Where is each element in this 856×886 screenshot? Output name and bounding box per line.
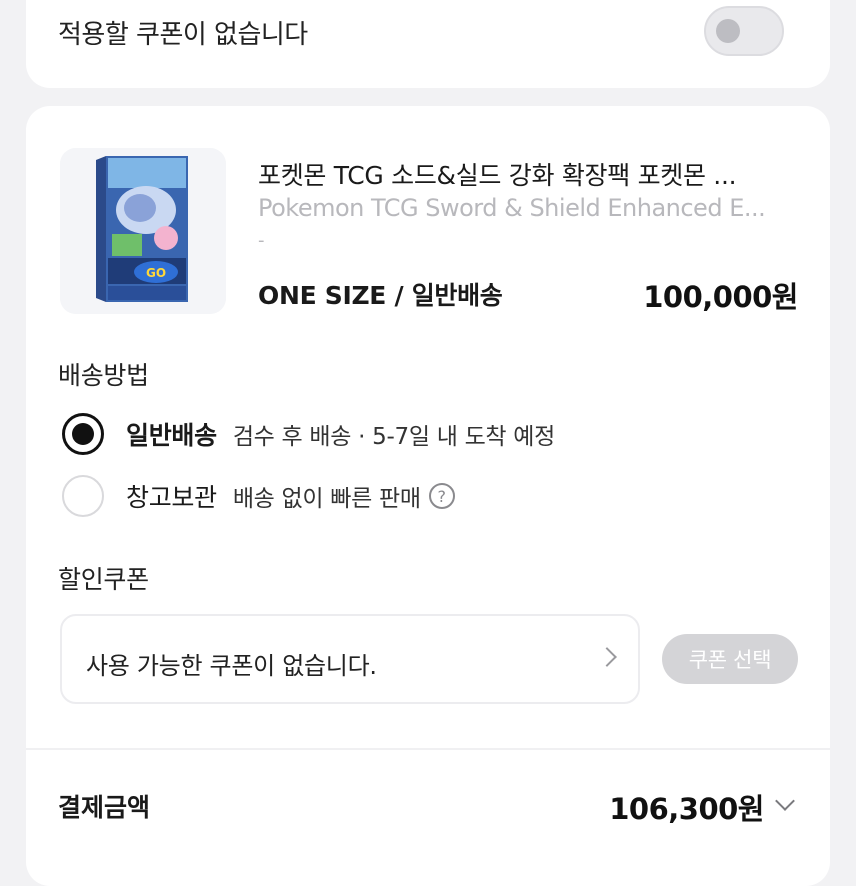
product-image: GO bbox=[60, 148, 226, 314]
svg-text:GO: GO bbox=[146, 266, 166, 280]
product-subtitle: Pokemon TCG Sword & Shield Enhanced E... bbox=[258, 194, 766, 222]
payment-total-amount[interactable]: 106,300원 bbox=[609, 786, 764, 828]
coupon-toggle-switch[interactable] bbox=[704, 6, 784, 56]
order-card: GO 포켓몬 TCG 소드&실드 강화 확장팩 포켓몬 ... Pokemon … bbox=[26, 106, 830, 886]
shipping-option-desc: 배송 없이 빠른 판매 bbox=[232, 486, 421, 512]
chevron-right-icon bbox=[597, 647, 617, 667]
coupon-select-button[interactable]: 쿠폰 선택 bbox=[662, 634, 798, 684]
toggle-knob bbox=[716, 19, 740, 43]
radio-warehouse[interactable] bbox=[62, 475, 104, 517]
product-title[interactable]: 포켓몬 TCG 소드&실드 강화 확장팩 포켓몬 ... bbox=[258, 156, 798, 192]
payment-total-label: 결제금액 bbox=[58, 793, 151, 822]
coupon-select-field[interactable]: 사용 가능한 쿠폰이 없습니다. bbox=[60, 614, 640, 704]
shipping-option-label: 창고보관 bbox=[126, 483, 217, 512]
shipping-option-label: 일반배송 bbox=[126, 421, 217, 450]
product-option: ONE SIZE / 일반배송 bbox=[258, 281, 503, 310]
coupon-toggle-card: 적용할 쿠폰이 없습니다 bbox=[26, 0, 830, 88]
shipping-option-warehouse[interactable]: 창고보관 배송 없이 빠른 판매 ? bbox=[62, 474, 455, 518]
radio-standard[interactable] bbox=[62, 413, 104, 455]
shipping-option-standard[interactable]: 일반배송 검수 후 배송 · 5-7일 내 도착 예정 bbox=[62, 412, 555, 456]
product-price: 100,000원 bbox=[643, 280, 798, 314]
shipping-option-desc: 검수 후 배송 · 5-7일 내 도착 예정 bbox=[232, 424, 556, 450]
product-extra: - bbox=[258, 230, 265, 251]
help-icon[interactable]: ? bbox=[428, 483, 455, 509]
divider bbox=[26, 748, 830, 750]
coupon-toggle-label: 적용할 쿠폰이 없습니다 bbox=[58, 20, 308, 50]
chevron-down-icon[interactable] bbox=[775, 791, 795, 811]
coupon-field-text: 사용 가능한 쿠폰이 없습니다. bbox=[86, 652, 377, 680]
pokemon-card-box-icon: GO bbox=[60, 148, 226, 314]
coupon-section-label: 할인쿠폰 bbox=[58, 565, 149, 594]
shipping-section-label: 배송방법 bbox=[58, 361, 149, 390]
